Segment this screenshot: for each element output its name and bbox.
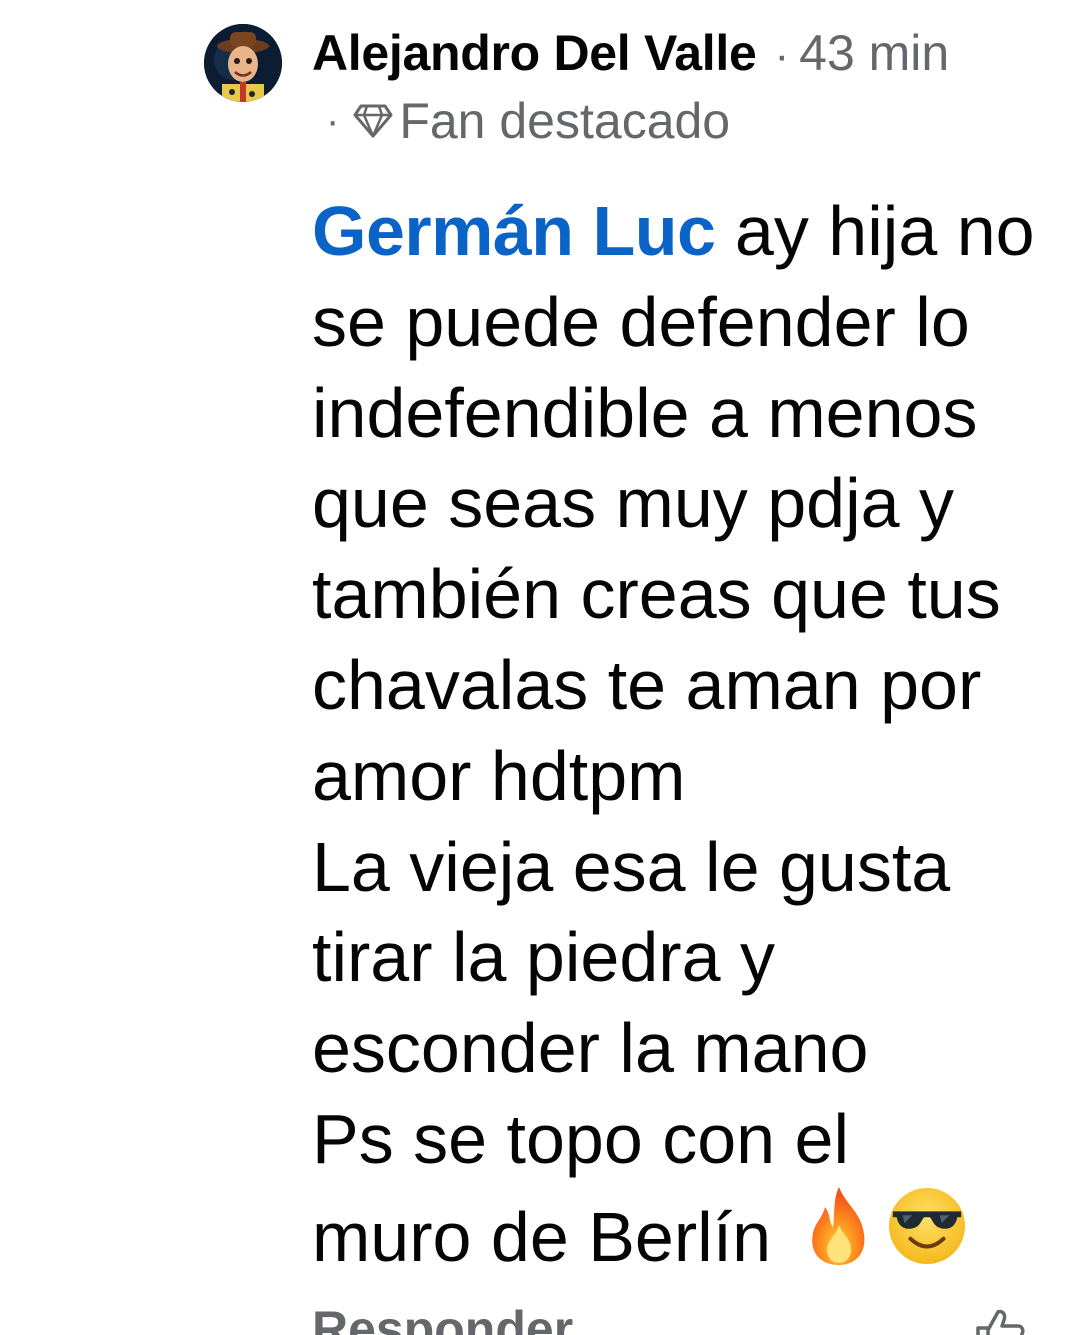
comment-line: chavalas te aman por bbox=[312, 645, 982, 724]
timestamp[interactable]: 43 min bbox=[799, 24, 949, 82]
diamond-icon bbox=[353, 104, 393, 138]
comment-line: esconder la mano bbox=[312, 1009, 869, 1088]
comment-line: indefendible a menos bbox=[312, 373, 978, 452]
thumbs-up-icon[interactable] bbox=[972, 1304, 1026, 1335]
comment-body: Germán Luc ay hija no se puede defender … bbox=[312, 186, 1052, 1283]
comment-view: Alejandro Del Valle · 43 min · Fan desta… bbox=[0, 0, 1080, 1335]
avatar-image bbox=[204, 24, 282, 102]
comment-header: Alejandro Del Valle · 43 min · Fan desta… bbox=[312, 24, 1032, 150]
separator: · bbox=[774, 31, 790, 80]
fan-badge: Fan destacado bbox=[399, 93, 731, 149]
comment-line: Ps se topo con el bbox=[312, 1099, 849, 1178]
author-name[interactable]: Alejandro Del Valle bbox=[312, 24, 757, 82]
badge-row: · Fan destacado bbox=[326, 92, 1032, 150]
comment-text: ay hija no bbox=[715, 192, 1035, 270]
comment-line: que seas muy pdja y bbox=[312, 464, 955, 543]
author-row: Alejandro Del Valle · 43 min bbox=[312, 24, 1032, 82]
badge-separator: · bbox=[326, 98, 340, 143]
mention-link[interactable]: Germán Luc bbox=[312, 192, 716, 270]
comment-line: se puede defender lo bbox=[312, 282, 970, 361]
comment-line: amor hdtpm bbox=[312, 736, 686, 815]
avatar[interactable] bbox=[204, 24, 282, 102]
sunglasses-emoji bbox=[888, 1187, 965, 1264]
comment-text: muro de Berlín bbox=[312, 1197, 791, 1276]
comment-line: también creas que tus bbox=[312, 555, 1001, 634]
comment-line: Germán Luc ay hija no bbox=[312, 186, 1052, 277]
comment-line: La vieja esa le gusta bbox=[312, 827, 951, 906]
fire-emoji bbox=[811, 1186, 864, 1265]
comment-line: muro de Berlín bbox=[312, 1185, 1052, 1283]
reply-button[interactable]: Responder bbox=[312, 1300, 573, 1335]
comment-line: tirar la piedra y bbox=[312, 918, 775, 997]
